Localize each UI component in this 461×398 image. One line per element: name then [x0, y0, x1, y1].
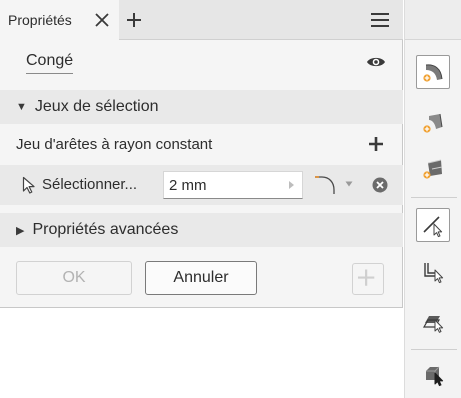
- section-advanced-properties[interactable]: ▶ Propriétés avancées: [0, 213, 403, 247]
- select-edge-button[interactable]: [416, 208, 450, 242]
- edge-chain-label: Jeu d'arêtes à rayon constant: [16, 136, 213, 153]
- select-loop-icon: [424, 263, 444, 284]
- remove-circle-icon[interactable]: [372, 177, 388, 193]
- app-root: Propriétés Congé ▼ Jeux de sélection Jeu…: [0, 0, 461, 398]
- hamburger-menu-icon[interactable]: [370, 12, 390, 28]
- dialog-button-row: OK Annuler: [0, 254, 403, 298]
- tab-label: Propriétés: [8, 12, 72, 28]
- apply-button[interactable]: [352, 263, 384, 295]
- select-feature-icon: [422, 316, 444, 333]
- properties-panel: Propriétés Congé ▼ Jeux de sélection Jeu…: [0, 0, 403, 308]
- caret-right-icon: ▶: [16, 224, 25, 237]
- toolbar-separator: [411, 197, 457, 198]
- cursor-arrow-icon: [22, 176, 35, 194]
- select-solid-icon: [426, 366, 444, 387]
- radius-input[interactable]: 2 mm: [163, 171, 303, 199]
- fillet-edge-button[interactable]: [416, 55, 450, 89]
- toolbar-header: [405, 0, 461, 40]
- fillet-full-round-button[interactable]: [416, 152, 450, 186]
- fillet-face-button[interactable]: [416, 106, 450, 140]
- cancel-button[interactable]: Annuler: [145, 261, 257, 295]
- panel-tab-bar: Propriétés: [0, 0, 403, 40]
- chevron-down-icon[interactable]: [345, 181, 353, 187]
- fillet-face-icon: [423, 113, 443, 133]
- section-label: Propriétés avancées: [32, 221, 179, 238]
- tab-properties[interactable]: Propriétés: [0, 0, 119, 40]
- ok-button[interactable]: OK: [16, 261, 132, 295]
- selection-row: Sélectionner... 2 mm: [0, 165, 403, 205]
- eye-icon[interactable]: [366, 55, 386, 69]
- section-label: Jeux de sélection: [34, 98, 159, 115]
- panel-title: Congé: [26, 52, 74, 74]
- select-edges-button[interactable]: Sélectionner...: [42, 176, 137, 193]
- fillet-profile-icon[interactable]: [313, 173, 341, 195]
- plus-icon[interactable]: [126, 12, 142, 28]
- caret-down-icon: ▼: [16, 101, 27, 113]
- select-loop-button[interactable]: [416, 255, 450, 289]
- edge-chain-row: Jeu d'arêtes à rayon constant: [0, 128, 403, 162]
- fillet-toolbar: [404, 0, 461, 398]
- flyout-arrow-icon[interactable]: [287, 180, 295, 190]
- close-icon[interactable]: [94, 12, 110, 28]
- fillet-full-round-icon: [423, 159, 443, 179]
- select-feature-button[interactable]: [416, 303, 450, 337]
- fillet-edge-icon: [423, 64, 443, 82]
- toolbar-separator: [411, 349, 457, 350]
- section-selection-sets[interactable]: ▼ Jeux de sélection: [0, 90, 403, 124]
- select-edge-icon: [423, 216, 443, 238]
- plus-icon: [357, 269, 375, 286]
- add-set-plus-icon[interactable]: [368, 136, 384, 152]
- panel-title-row: Congé: [0, 41, 403, 85]
- radius-value: 2 mm: [169, 177, 207, 194]
- select-solid-button[interactable]: [416, 358, 450, 392]
